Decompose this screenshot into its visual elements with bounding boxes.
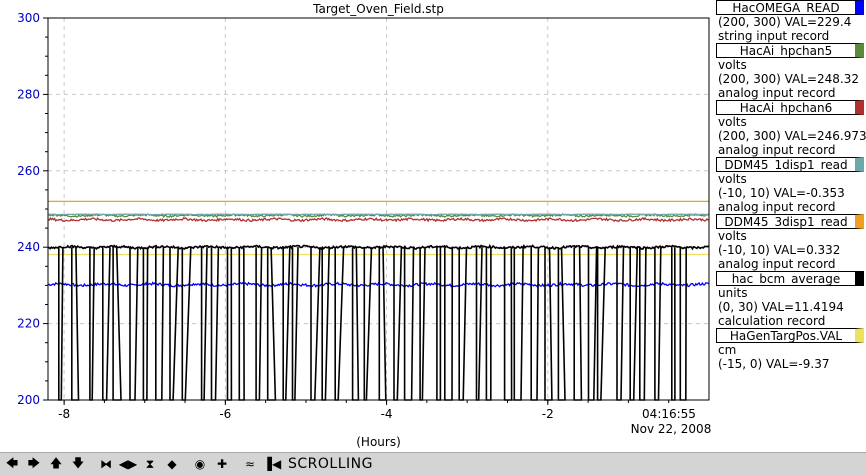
y-tick-label: 200 (17, 393, 40, 407)
legend-range-value: (200, 300) VAL=246.973 (718, 129, 866, 143)
legend-entry[interactable]: HacAi_hpchan6 volts (200, 300) VAL=246.973… (710, 100, 866, 157)
series-line (47, 216, 710, 223)
y-tick-label: 300 (17, 11, 40, 25)
legend-series-name[interactable]: HacAi_hpchan5 (716, 43, 864, 58)
legend-series-name[interactable]: HacOMEGA_READ (716, 0, 864, 15)
toolbar: 🡄 🡆 🡅 🡇 ⧓ ◀▶ ⧗ ◆ ◉ ✚ ≈ ▐◀ SCROLLING (0, 452, 866, 475)
legend-range-value: (200, 300) VAL=248.32 (718, 72, 859, 86)
legend-units: volts (718, 229, 747, 243)
legend-record-type: string input record (718, 29, 830, 43)
x-axis-label: (Hours) (356, 435, 401, 449)
legend-record-type: calculation record (718, 314, 826, 328)
legend-entry[interactable]: hac_bcm_average units (0, 30) VAL=11.4194 c… (710, 271, 866, 328)
y-tick-label: 220 (17, 317, 40, 331)
legend-range-value: (-10, 10) VAL=-0.353 (718, 186, 845, 200)
legend-units: units (718, 286, 748, 300)
legend-entry[interactable]: DDM45_1disp1_read volts (-10, 10) VAL=-0.3… (710, 157, 866, 214)
x-end-date: Nov 22, 2008 (631, 422, 712, 436)
legend-series-name[interactable]: HaGenTargPos.VAL (716, 328, 864, 343)
legend-range-value: (0, 30) VAL=11.4194 (718, 300, 844, 314)
add-icon[interactable]: ✚ (212, 454, 232, 474)
legend-record-type: analog input record (718, 86, 836, 100)
legend-series-name[interactable]: HacAi_hpchan6 (716, 100, 864, 115)
legend-units: volts (718, 58, 747, 72)
legend-entry[interactable]: HacAi_hpchan5 volts (200, 300) VAL=248.32 a… (710, 43, 866, 100)
chart-title: Target_Oven_Field.stp (312, 2, 444, 16)
legend-record-type: analog input record (718, 200, 836, 214)
y-tick-label: 260 (17, 164, 40, 178)
zoom-in-x-icon[interactable]: ⧓ (96, 454, 116, 474)
legend-entry[interactable]: HacOMEGA_READ (200, 300) VAL=229.4 string … (710, 0, 866, 43)
legend-range-value: (-10, 10) VAL=0.332 (718, 243, 841, 257)
y-tick-label: 280 (17, 87, 40, 101)
x-tick-label: -6 (219, 407, 231, 421)
zoom-in-y-icon[interactable]: ⧗ (140, 454, 160, 474)
zoom-out-x-icon[interactable]: ◀▶ (118, 454, 138, 474)
x-tick-label: -4 (381, 407, 393, 421)
pan-right-icon[interactable]: 🡆 (24, 454, 44, 474)
zoom-out-y-icon[interactable]: ◆ (162, 454, 182, 474)
pan-down-icon[interactable]: 🡇 (68, 454, 88, 474)
legend: HacOMEGA_READ (200, 300) VAL=229.4 string … (710, 0, 866, 371)
legend-record-type: analog input record (718, 257, 836, 271)
legend-entry[interactable]: HaGenTargPos.VAL cm (-15, 0) VAL=-9.37 (710, 328, 866, 371)
legend-units: volts (718, 115, 747, 129)
pan-up-icon[interactable]: 🡅 (46, 454, 66, 474)
legend-range-value: (200, 300) VAL=229.4 (718, 15, 852, 29)
legend-entry[interactable]: DDM45_3disp1_read volts (-10, 10) VAL=0.33… (710, 214, 866, 271)
scroll-status: SCROLLING (288, 456, 373, 472)
x-tick-label: -2 (542, 407, 554, 421)
legend-range-value: (-15, 0) VAL=-9.37 (718, 357, 830, 371)
legend-series-name[interactable]: hac_bcm_average (716, 271, 864, 286)
x-tick-label: -8 (58, 407, 70, 421)
series-line (47, 213, 710, 216)
legend-units: volts (718, 172, 747, 186)
scroll-icon[interactable]: ▐◀ (262, 454, 282, 474)
auto-scale-icon[interactable]: ◉ (190, 454, 210, 474)
legend-units: cm (718, 343, 737, 357)
legend-series-name[interactable]: DDM45_3disp1_read (716, 214, 864, 229)
y-tick-label: 240 (17, 240, 40, 254)
x-end-time: 04:16:55 (642, 407, 696, 421)
pan-left-icon[interactable]: 🡄 (2, 454, 22, 474)
strip-chart-icon[interactable]: ≈ (240, 454, 260, 474)
legend-series-name[interactable]: DDM45_1disp1_read (716, 157, 864, 172)
legend-record-type: analog input record (718, 143, 836, 157)
